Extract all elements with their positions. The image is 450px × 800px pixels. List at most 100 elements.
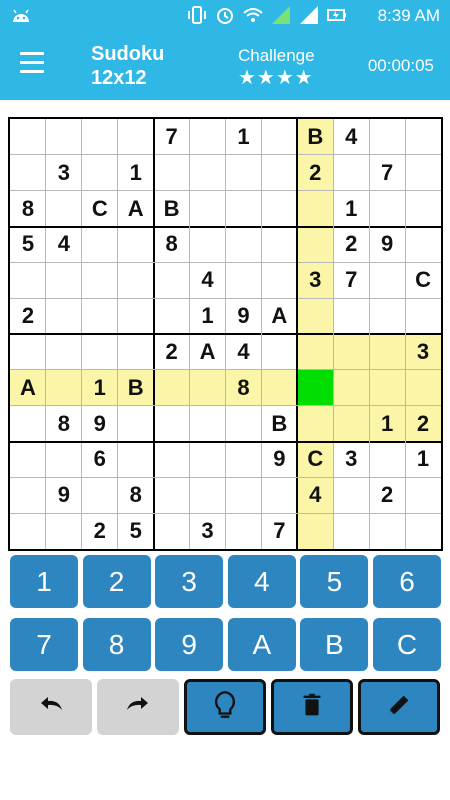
sudoku-cell[interactable]: 9 bbox=[369, 227, 405, 263]
sudoku-cell[interactable] bbox=[261, 155, 297, 191]
sudoku-cell[interactable]: 8 bbox=[46, 406, 82, 442]
sudoku-cell[interactable] bbox=[226, 227, 262, 263]
sudoku-cell[interactable] bbox=[46, 334, 82, 370]
sudoku-cell[interactable] bbox=[405, 513, 441, 549]
hint-button[interactable] bbox=[184, 679, 266, 735]
sudoku-cell[interactable] bbox=[261, 369, 298, 406]
sudoku-cell[interactable]: 9 bbox=[82, 406, 118, 442]
sudoku-cell[interactable] bbox=[405, 477, 441, 513]
sudoku-cell[interactable]: 2 bbox=[297, 154, 334, 191]
sudoku-cell[interactable] bbox=[190, 477, 226, 513]
sudoku-cell[interactable] bbox=[82, 262, 118, 298]
digit-key-6[interactable]: 6 bbox=[373, 555, 441, 608]
sudoku-cell[interactable]: B bbox=[261, 406, 297, 442]
sudoku-cell[interactable]: 1 bbox=[81, 369, 118, 406]
sudoku-cell[interactable] bbox=[297, 369, 334, 406]
sudoku-cell[interactable] bbox=[118, 298, 154, 334]
erase-button[interactable] bbox=[271, 679, 353, 735]
sudoku-cell[interactable] bbox=[333, 298, 369, 334]
sudoku-cell[interactable] bbox=[226, 155, 262, 191]
sudoku-cell[interactable]: 8 bbox=[154, 227, 190, 263]
sudoku-cell[interactable]: 3 bbox=[190, 513, 226, 549]
sudoku-cell[interactable]: 6 bbox=[82, 442, 118, 478]
sudoku-cell[interactable] bbox=[190, 227, 226, 263]
sudoku-cell[interactable] bbox=[297, 190, 334, 227]
sudoku-cell[interactable] bbox=[261, 262, 297, 298]
sudoku-cell[interactable] bbox=[333, 155, 369, 191]
sudoku-cell[interactable] bbox=[297, 334, 334, 370]
sudoku-cell[interactable] bbox=[118, 119, 154, 155]
sudoku-cell[interactable]: 9 bbox=[226, 298, 262, 334]
sudoku-cell[interactable]: 1 bbox=[118, 155, 154, 191]
sudoku-cell[interactable]: 7 bbox=[261, 513, 297, 549]
digit-key-3[interactable]: 3 bbox=[155, 555, 224, 608]
sudoku-cell[interactable] bbox=[405, 298, 441, 334]
sudoku-cell[interactable]: 2 bbox=[405, 405, 441, 442]
sudoku-cell[interactable] bbox=[333, 334, 370, 370]
sudoku-cell[interactable] bbox=[369, 334, 406, 370]
sudoku-cell[interactable] bbox=[10, 513, 46, 549]
sudoku-cell[interactable]: A bbox=[261, 298, 297, 334]
sudoku-cell[interactable]: 1 bbox=[190, 298, 226, 334]
sudoku-cell[interactable] bbox=[118, 262, 154, 298]
sudoku-cell[interactable]: A bbox=[190, 334, 226, 370]
sudoku-cell[interactable]: 3 bbox=[46, 155, 82, 191]
sudoku-cell[interactable]: 4 bbox=[46, 227, 82, 263]
sudoku-cell[interactable]: B bbox=[154, 191, 190, 227]
sudoku-cell[interactable] bbox=[82, 119, 118, 155]
sudoku-cell[interactable] bbox=[153, 369, 190, 406]
sudoku-cell[interactable] bbox=[369, 191, 405, 227]
sudoku-cell[interactable] bbox=[10, 262, 46, 298]
sudoku-cell[interactable] bbox=[369, 369, 406, 406]
sudoku-cell[interactable]: 3 bbox=[297, 262, 334, 299]
digit-key-A[interactable]: A bbox=[227, 618, 296, 671]
sudoku-cell[interactable]: 5 bbox=[10, 227, 46, 263]
sudoku-cell[interactable] bbox=[297, 405, 334, 442]
sudoku-cell[interactable]: 7 bbox=[369, 155, 405, 191]
sudoku-cell[interactable] bbox=[261, 334, 297, 370]
sudoku-cell[interactable] bbox=[190, 155, 226, 191]
sudoku-cell[interactable]: 4 bbox=[190, 262, 226, 298]
sudoku-cell[interactable] bbox=[405, 119, 441, 155]
sudoku-cell[interactable] bbox=[333, 513, 369, 549]
sudoku-cell[interactable]: 2 bbox=[10, 298, 46, 334]
sudoku-cell[interactable] bbox=[10, 119, 46, 155]
sudoku-cell[interactable] bbox=[261, 191, 297, 227]
sudoku-cell[interactable]: 8 bbox=[225, 369, 262, 406]
sudoku-cell[interactable] bbox=[405, 369, 441, 406]
sudoku-cell[interactable] bbox=[10, 442, 46, 478]
sudoku-cell[interactable] bbox=[226, 262, 262, 298]
sudoku-cell[interactable] bbox=[118, 227, 154, 263]
sudoku-cell[interactable]: A bbox=[118, 191, 154, 227]
sudoku-cell[interactable] bbox=[46, 513, 82, 549]
sudoku-cell[interactable] bbox=[190, 119, 226, 155]
sudoku-cell[interactable] bbox=[226, 442, 262, 478]
sudoku-cell[interactable] bbox=[154, 262, 190, 298]
sudoku-cell[interactable] bbox=[226, 513, 262, 549]
sudoku-cell[interactable] bbox=[46, 298, 82, 334]
sudoku-cell[interactable] bbox=[118, 334, 154, 370]
sudoku-cell[interactable] bbox=[369, 442, 405, 478]
sudoku-cell[interactable] bbox=[226, 406, 262, 442]
sudoku-cell[interactable] bbox=[190, 406, 226, 442]
sudoku-cell[interactable] bbox=[154, 406, 190, 442]
sudoku-cell[interactable]: 2 bbox=[333, 227, 369, 263]
sudoku-cell[interactable] bbox=[10, 477, 46, 513]
sudoku-cell[interactable] bbox=[261, 477, 297, 513]
sudoku-cell[interactable] bbox=[297, 298, 334, 334]
digit-key-5[interactable]: 5 bbox=[300, 555, 369, 608]
sudoku-cell[interactable] bbox=[154, 477, 190, 513]
sudoku-cell[interactable]: 1 bbox=[226, 119, 262, 155]
digit-key-1[interactable]: 1 bbox=[10, 555, 78, 608]
sudoku-cell[interactable] bbox=[333, 369, 370, 406]
sudoku-cell[interactable]: 8 bbox=[118, 477, 154, 513]
sudoku-cell[interactable] bbox=[10, 155, 46, 191]
sudoku-cell[interactable]: 1 bbox=[333, 191, 369, 227]
sudoku-cell[interactable] bbox=[369, 513, 405, 549]
sudoku-cell[interactable]: B bbox=[117, 369, 154, 406]
redo-button[interactable] bbox=[97, 679, 179, 735]
sudoku-cell[interactable] bbox=[82, 227, 118, 263]
sudoku-cell[interactable]: B bbox=[297, 119, 334, 155]
sudoku-cell[interactable] bbox=[226, 477, 262, 513]
sudoku-cell[interactable] bbox=[405, 227, 441, 263]
